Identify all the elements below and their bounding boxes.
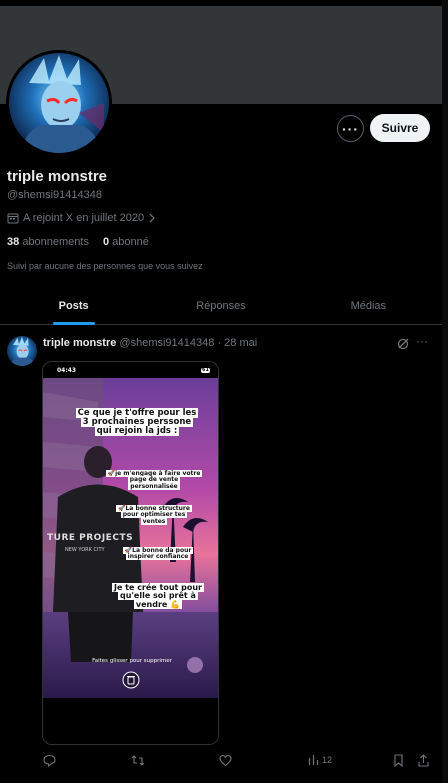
reply-icon [43,754,56,767]
following-label: abonnements [22,236,89,248]
bookmark-icon [394,754,403,767]
post-more-icon[interactable]: ··· [416,334,428,348]
status-time: 04:43 [57,367,77,374]
media-closing: Je te crée tout pour qu'elle soi prêt à … [105,583,211,609]
views-button[interactable]: 12 [308,754,332,766]
profile-name: triple monstre [7,168,108,185]
share-button[interactable] [418,754,429,767]
analytics-icon [308,755,319,765]
media-bullet-1-text: 🚀je m'engage à faire votre page de vente… [105,470,203,490]
tab-media[interactable]: Médias [295,288,442,324]
post-author-avatar[interactable] [7,336,37,366]
media-title: Ce que je t'offre pour les 3 prochaines … [75,408,199,436]
media-title-text: Ce que je t'offre pour les 3 prochaines … [75,408,199,436]
calendar-icon [7,213,19,224]
chevron-right-icon[interactable] [148,213,156,223]
joined-date: A rejoint X en juillet 2020 [7,212,156,224]
shirt-subtext: NEW YORK CITY [65,547,105,553]
post-separator: · [217,337,222,349]
avatar-image [7,336,37,366]
followers-label: abonné [112,236,149,248]
media-bullet-2-text: 🚀La bonne structure pour optimiser tes v… [116,505,192,525]
post-author-name[interactable]: triple monstre [43,337,116,349]
media-bullet-2: 🚀La bonne structure pour optimiser tes v… [111,505,197,525]
ellipsis-icon: ··· [342,120,359,137]
followed-by-text: Suivi par aucune des personnes que vous … [7,261,203,271]
shirt-text: TURE PROJECTS [47,533,134,543]
share-icon [418,754,429,767]
following-link[interactable]: 38 abonnements [7,236,89,248]
repost-button[interactable] [131,754,145,767]
media-bullet-3: 🚀La bonne da pour inspirer confiance [117,547,199,561]
profile-avatar[interactable] [6,50,112,156]
bookmark-button[interactable] [393,754,404,767]
media-bullet-1: 🚀je m'engage à faire votre page de vente… [105,470,203,490]
follow-stats: 38 abonnements 0 abonné [7,236,149,248]
followers-count: 0 [102,236,110,248]
media-bullet-3-text: 🚀La bonne da pour inspirer confiance [122,547,194,561]
post-author-handle[interactable]: @shemsi91414348 [119,337,214,349]
post-date[interactable]: 28 mai [224,337,257,349]
more-options-button[interactable]: ··· [337,115,364,142]
scrollbar-track[interactable] [442,0,448,783]
followers-link[interactable]: 0 abonné [103,236,149,248]
profile-handle: @shemsi91414348 [7,189,102,201]
post-header: triple monstre @shemsi91414348 · 28 mai [43,337,257,349]
avatar-image [9,53,109,153]
status-battery: 61 [201,367,210,374]
swipe-hint: Faites glisser pour supprimer [92,658,172,664]
tab-replies[interactable]: Réponses [147,288,294,324]
trash-icon[interactable] [122,671,140,689]
post-actions: 12 [43,754,433,770]
post-media-image[interactable]: 04:43 61 TURE PROJECTS NEW YORK CITY Ce … [42,361,219,745]
repost-icon [131,755,145,766]
joined-label: A rejoint X en juillet 2020 [23,212,145,224]
views-count: 12 [322,755,333,765]
grok-icon[interactable] [396,337,410,351]
profile-tabs: Posts Réponses Médias [0,288,442,325]
heart-icon [219,754,232,767]
tab-posts[interactable]: Posts [0,288,147,324]
like-button[interactable] [219,754,232,767]
following-count: 38 [7,236,20,248]
media-closing-text: Je te crée tout pour qu'elle soi prêt à … [111,583,205,609]
reply-button[interactable] [43,754,56,767]
follow-button[interactable]: Suivre [370,114,430,142]
